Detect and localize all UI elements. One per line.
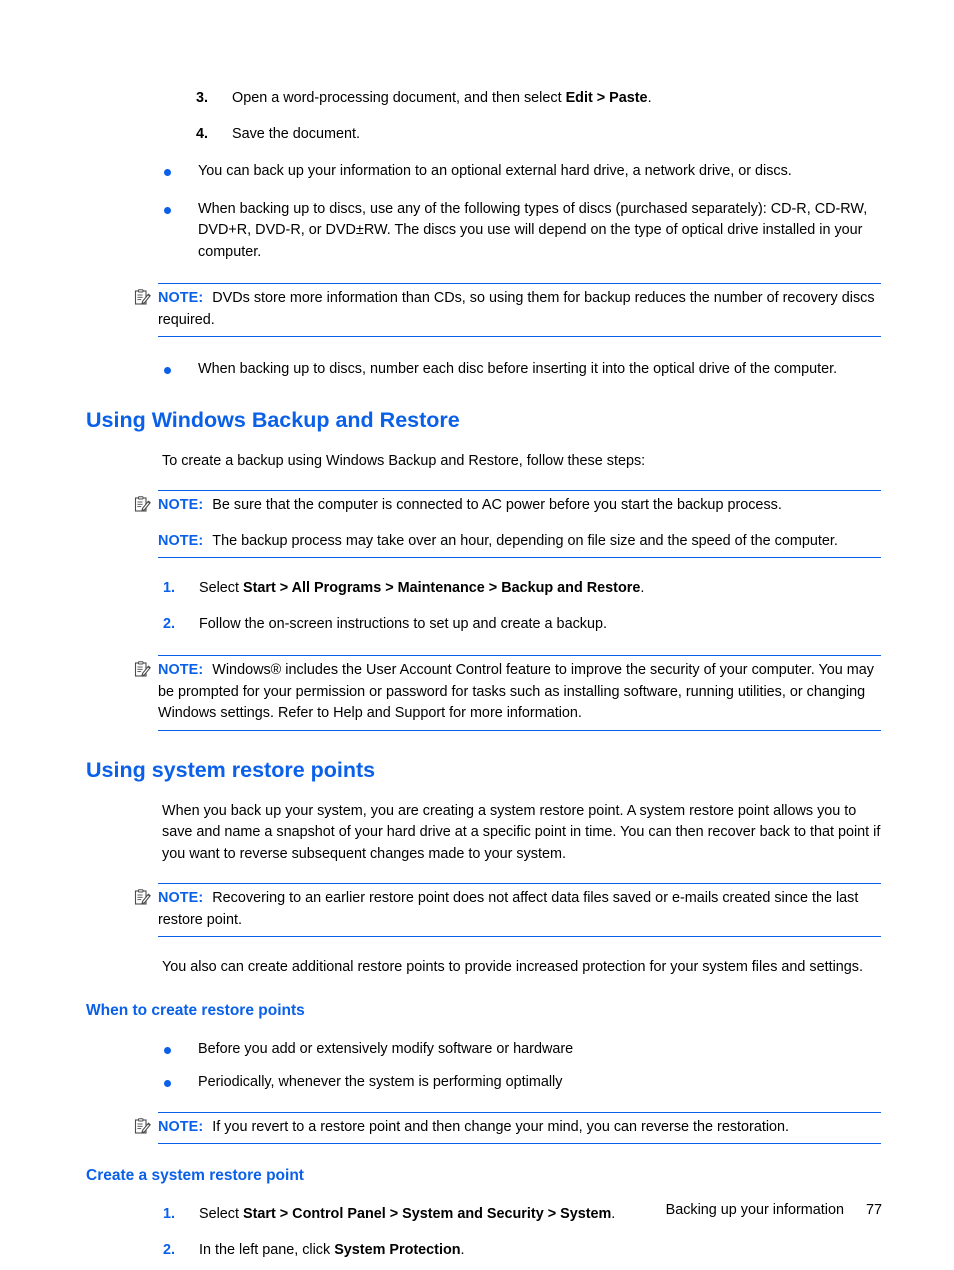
note-text: The backup process may take over an hour… [212,532,838,549]
note-pencil-icon [134,496,151,513]
intro-paragraph-backup-restore: To create a backup using Windows Backup … [162,452,646,469]
list-item: Periodically, whenever the system is per… [163,1072,882,1094]
note-label: NOTE: [158,497,204,513]
list-item: 1. Select Start > All Programs > Mainten… [163,578,882,600]
list-marker: 2. [163,1241,176,1258]
note-paragraph: NOTE: DVDs store more information than CD… [158,288,881,331]
list-item-text: Follow the on-screen instructions to set… [199,614,882,636]
list-marker: 2. [163,615,176,632]
list-item-text: Select Start > All Programs > Maintenanc… [199,578,882,600]
note-paragraph: NOTE: Windows® includes the User Account … [158,660,881,725]
note-label: NOTE: [158,890,204,906]
note-block-dvd: NOTE: DVDs store more information than CD… [134,283,881,337]
note-label: NOTE: [158,662,204,678]
note-pencil-icon [134,661,151,678]
step-text-bold: Edit > Paste [565,90,648,106]
note-block-recovering: NOTE: Recovering to an earlier restore po… [134,883,881,937]
list-item: 2. Follow the on-screen instructions to … [163,614,882,636]
note-pencil-icon [134,1117,151,1135]
list-item: When backing up to discs, use any of the… [163,199,882,264]
note-rules: NOTE: Windows® includes the User Account … [158,655,881,731]
note-label: NOTE: [158,532,204,549]
note-paragraph: NOTE: The backup process may take over an… [158,531,881,553]
note-pencil-icon [134,289,151,306]
page-number: 77 [865,1202,882,1218]
list-item-text: When backing up to discs, use any of the… [198,200,868,260]
list-marker: 4. [196,125,209,142]
note-paragraph: NOTE: If you revert to a restore point an… [158,1117,881,1139]
when-to-create-bullet-list: Before you add or extensively modify sof… [163,1039,882,1094]
heading-create-a-system-restore-point: Create a system restore point [86,1167,304,1184]
heading-using-windows-backup-and-restore: Using Windows Backup and Restore [86,407,460,432]
step-text-bold: Start > All Programs > Maintenance > Bac… [243,580,641,596]
note-label: NOTE: [158,1118,204,1135]
step-text-after: . [640,580,645,596]
footer-section-title: Backing up your information [665,1202,844,1218]
note-paragraph: NOTE: Be sure that the computer is connec… [158,495,881,517]
heading-using-system-restore-points: Using system restore points [86,757,376,782]
note-rules: NOTE: If you revert to a restore point an… [158,1111,881,1144]
list-item-text: You can back up your information to an o… [198,163,792,179]
step-text-bold: System Protection [334,1241,461,1258]
note-block-backup: NOTE: Be sure that the computer is connec… [134,490,881,558]
list-marker: 3. [196,90,209,106]
list-item: When backing up to discs, number each di… [163,359,882,381]
list-item-text: Open a word-processing document, and the… [232,88,882,110]
note-text: If you revert to a restore point and the… [212,1118,790,1135]
note-text: Be sure that the computer is connected t… [212,497,782,513]
list-item-text: Save the document. [232,124,882,146]
list-marker: 1. [163,580,176,596]
list-item-text: When backing up to discs, number each di… [198,361,838,377]
list-item: Before you add or extensively modify sof… [163,1039,882,1061]
note-paragraph: NOTE: Recovering to an earlier restore po… [158,888,881,931]
list-item: You can back up your information to an o… [163,161,882,183]
list-item: 2. In the left pane, click System Protec… [163,1240,882,1262]
top-bullet-list: You can back up your information to an o… [163,161,882,263]
restore-points-paragraph-2: You also can create additional restore p… [162,959,864,975]
note-text: DVDs store more information than CDs, so… [158,290,875,328]
note-rules: NOTE: DVDs store more information than CD… [158,283,881,337]
step-text-after: . [647,90,652,106]
page-footer: Backing up your information 77 [0,1202,882,1218]
list-item-text: Periodically, whenever the system is per… [198,1074,563,1090]
note-rules: NOTE: Be sure that the computer is connec… [158,490,881,558]
step-text-before: Follow the on-screen instructions to set… [199,615,607,632]
step-text-before: In the left pane, click [199,1241,335,1258]
top-steps-list: 3. Open a word-processing document, and … [196,88,882,145]
list-item-text: Before you add or extensively modify sof… [198,1040,574,1057]
note-text: Windows® includes the User Account Contr… [158,662,874,721]
list-item: 4. Save the document. [196,124,882,146]
note-text: Recovering to an earlier restore point d… [158,890,859,928]
restore-points-paragraph-1: When you back up your system, you are cr… [162,802,881,862]
document-page: 3. Open a word-processing document, and … [0,0,954,1270]
note-label: NOTE: [158,290,204,306]
step-text-before: Save the document. [232,125,360,142]
heading-when-to-create-restore-points: When to create restore points [86,1001,305,1019]
backup-restore-steps-list: 1. Select Start > All Programs > Mainten… [163,578,882,635]
note-block-uac: NOTE: Windows® includes the User Account … [134,655,881,731]
note-block-revert: NOTE: If you revert to a restore point an… [134,1111,881,1144]
list-item: 3. Open a word-processing document, and … [196,88,882,110]
note-rules: NOTE: Recovering to an earlier restore po… [158,883,881,937]
bullet-after-note-list: When backing up to discs, number each di… [163,359,882,381]
step-text-before: Select [199,580,243,596]
step-text-after: . [460,1241,465,1258]
list-item-text: In the left pane, click System Protectio… [199,1240,882,1262]
step-text-before: Open a word-processing document, and the… [232,90,566,106]
note-pencil-icon [134,889,151,906]
